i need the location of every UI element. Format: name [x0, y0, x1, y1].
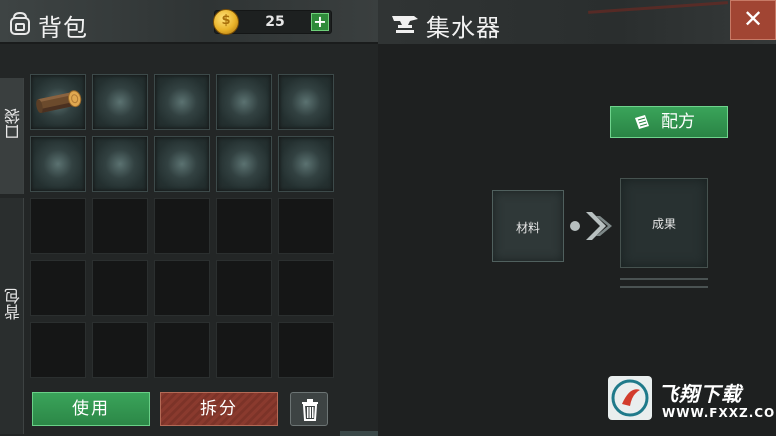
station-panel: 集水器 ✕ 配方 材料 成果 — [378, 0, 776, 436]
station-title: 集水器 — [426, 14, 501, 42]
backpack-slot[interactable] — [278, 260, 334, 316]
inventory-slot[interactable] — [278, 136, 334, 192]
inventory-title: 背包 — [38, 14, 88, 42]
inventory-slot[interactable] — [30, 74, 86, 130]
backpack-slot[interactable] — [92, 260, 148, 316]
backpack-slot[interactable] — [30, 322, 86, 378]
backpack-slot[interactable] — [154, 322, 210, 378]
backpack-slot[interactable] — [92, 198, 148, 254]
watermark-title: 飞翔下载 — [658, 382, 742, 406]
recipe-button[interactable]: 配方 — [610, 106, 728, 138]
add-coins-button[interactable]: + — [311, 13, 329, 31]
tab-pocket-label: 口袋 — [4, 108, 23, 140]
inventory-slot[interactable] — [216, 136, 272, 192]
backpack-slot[interactable] — [216, 198, 272, 254]
watermark-logo-icon — [608, 376, 652, 420]
progress-bar-track — [620, 286, 708, 288]
recipe-label: 配方 — [661, 112, 695, 132]
inventory-slot[interactable] — [154, 136, 210, 192]
backpack-icon — [10, 11, 30, 35]
tab-backpack[interactable]: 背包 — [0, 198, 24, 434]
material-slot[interactable]: 材料 — [492, 190, 564, 262]
station-header: 集水器 ✕ — [378, 0, 776, 44]
backpack-slot[interactable] — [216, 322, 272, 378]
inventory-panel: 背包 25 + 口袋 背包 — [0, 0, 438, 436]
result-slot[interactable]: 成果 — [620, 178, 708, 268]
inventory-slot[interactable] — [154, 74, 210, 130]
split-button[interactable]: 拆分 — [160, 392, 278, 426]
anvil-icon — [392, 16, 418, 33]
result-label: 成果 — [651, 217, 676, 231]
inventory-slot[interactable] — [216, 74, 272, 130]
coin-counter: 25 + — [213, 9, 332, 35]
backpack-slot[interactable] — [30, 260, 86, 316]
recipe-book-icon — [635, 115, 649, 129]
material-label: 材料 — [515, 221, 540, 235]
coin-value: 25 — [265, 14, 285, 30]
inventory-header: 背包 25 + — [0, 0, 378, 44]
progress-bar — [620, 278, 708, 280]
watermark: 飞翔下载 WWW.FXXZ.COM — [608, 376, 776, 428]
tab-backpack-label: 背包 — [4, 288, 23, 320]
backpack-slot[interactable] — [154, 198, 210, 254]
backpack-slot[interactable] — [154, 260, 210, 316]
coin-icon — [213, 9, 239, 35]
backpack-slot[interactable] — [216, 260, 272, 316]
watermark-url: WWW.FXXZ.COM — [662, 406, 776, 420]
close-button[interactable]: ✕ — [730, 0, 776, 40]
inventory-grid — [28, 74, 338, 386]
use-button[interactable]: 使用 — [32, 392, 150, 426]
arrow-right-icon — [586, 212, 612, 240]
trash-button[interactable] — [290, 392, 328, 426]
tab-pocket[interactable]: 口袋 — [0, 78, 24, 194]
inventory-slot[interactable] — [30, 136, 86, 192]
backpack-slot[interactable] — [278, 322, 334, 378]
inventory-slot[interactable] — [92, 74, 148, 130]
game-screen: 背包 25 + 口袋 背包 — [0, 0, 776, 436]
process-dot-icon — [570, 221, 580, 231]
trash-icon — [302, 399, 318, 421]
inventory-slot[interactable] — [92, 136, 148, 192]
backpack-slot[interactable] — [30, 198, 86, 254]
inventory-slot[interactable] — [278, 74, 334, 130]
wood-log-icon — [36, 90, 82, 114]
backpack-slot[interactable] — [92, 322, 148, 378]
backpack-slot[interactable] — [278, 198, 334, 254]
